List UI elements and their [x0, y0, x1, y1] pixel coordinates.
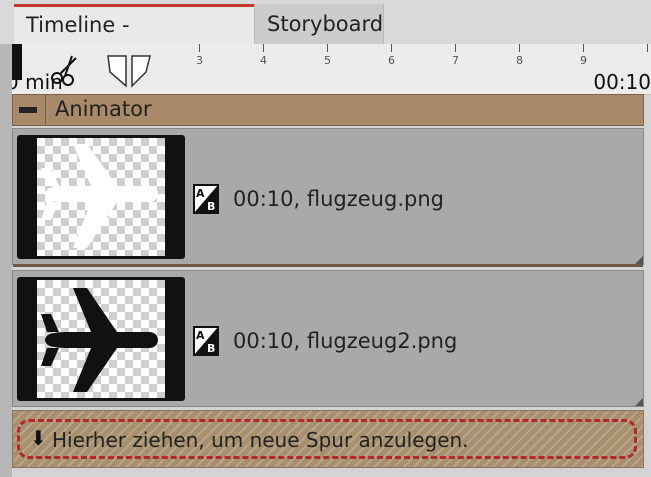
- scissors-icon[interactable]: [48, 54, 84, 86]
- track-row[interactable]: A B 00:10, flugzeug.png: [12, 128, 644, 267]
- new-track-dropzone[interactable]: ⬇ Hierher ziehen, um neue Spur anzulegen…: [12, 410, 644, 468]
- ruler-tick-label: 8: [516, 54, 523, 67]
- clip-thumbnail[interactable]: [17, 135, 185, 259]
- ruler-tick: [199, 44, 200, 52]
- trim-handles-icon[interactable]: [106, 54, 156, 88]
- ruler-tick: [263, 44, 264, 52]
- svg-text:A: A: [196, 329, 205, 342]
- clip-label: 00:10, flugzeug2.png: [233, 329, 458, 353]
- svg-text:A: A: [196, 187, 205, 200]
- tab-bar: Timeline - Spuransicht Storyboard: [0, 0, 651, 73]
- ruler-tick: [583, 44, 584, 52]
- tab-timeline-spuransicht[interactable]: Timeline - Spuransicht: [14, 4, 254, 73]
- ruler-tick-label: 9: [580, 54, 587, 67]
- resize-corner[interactable]: [635, 398, 643, 406]
- ruler-tick: [455, 44, 456, 52]
- ruler-tick-label: 6: [388, 54, 395, 67]
- ruler-end-label: 00:10: [593, 70, 651, 94]
- collapse-button[interactable]: [13, 95, 46, 125]
- clip-label: 00:10, flugzeug.png: [233, 187, 444, 211]
- animator-title: Animator: [55, 97, 152, 121]
- dropzone-border: ⬇ Hierher ziehen, um neue Spur anzulegen…: [17, 419, 637, 459]
- ruler-tick: [391, 44, 392, 52]
- timeline-ruler[interactable]: 3 4 5 6 7 8 9 0 min 00:10: [12, 44, 651, 95]
- transition-ab-icon[interactable]: A B: [193, 184, 219, 214]
- ruler-tick: [327, 44, 328, 52]
- clip-thumbnail[interactable]: [17, 277, 185, 401]
- transition-ab-icon[interactable]: A B: [193, 326, 219, 356]
- airplane-white-icon: [41, 144, 158, 248]
- animator-header[interactable]: Animator: [12, 94, 644, 126]
- arrow-down-icon: ⬇: [30, 426, 47, 450]
- ruler-tick-label: 4: [260, 54, 267, 67]
- ruler-tick-label: 3: [196, 54, 203, 67]
- ruler-tick: [647, 44, 648, 52]
- track-row[interactable]: A B 00:10, flugzeug2.png: [12, 270, 644, 407]
- left-edge-bar: [0, 44, 12, 477]
- ruler-tick-label: 5: [324, 54, 331, 67]
- resize-corner[interactable]: [635, 256, 643, 264]
- svg-text:B: B: [207, 342, 215, 355]
- tab-storyboard[interactable]: Storyboard: [254, 4, 384, 44]
- ruler-tick-label: 7: [452, 54, 459, 67]
- svg-text:B: B: [207, 200, 215, 213]
- airplane-black-icon: [41, 288, 158, 392]
- track-separator: [13, 264, 643, 267]
- ruler-tick: [519, 44, 520, 52]
- dropzone-text: Hierher ziehen, um neue Spur anzulegen.: [52, 428, 469, 452]
